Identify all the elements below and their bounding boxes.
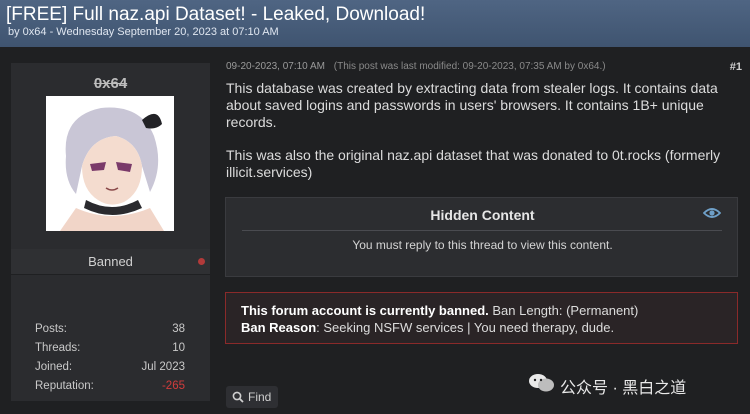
stat-value[interactable]: 10 xyxy=(172,342,185,354)
wechat-icon xyxy=(529,374,554,392)
stat-value: Jul 2023 xyxy=(141,361,185,373)
post-paragraph: This database was created by extracting … xyxy=(226,80,718,130)
author-username[interactable]: 0x64 xyxy=(11,75,210,92)
stat-joined: Joined: Jul 2023 xyxy=(35,361,185,379)
ban-notice: This forum account is currently banned. … xyxy=(225,292,738,344)
offline-status-icon xyxy=(198,258,205,265)
ban-reason-line: Ban Reason: Seeking NSFW services | You … xyxy=(241,320,614,335)
post-meta: 09-20-2023, 07:10 AM (This post was last… xyxy=(226,61,740,75)
find-button[interactable]: Find xyxy=(226,386,278,408)
stat-label: Reputation: xyxy=(35,380,94,392)
post-body: This database was created by extracting … xyxy=(226,80,740,197)
usertitle-bar: Banned xyxy=(11,249,210,274)
stat-reputation: Reputation: -265 xyxy=(35,380,185,398)
eye-icon[interactable] xyxy=(703,206,721,220)
hidden-content-message: You must reply to this thread to view th… xyxy=(352,238,613,252)
hidden-content-box: Hidden Content You must reply to this th… xyxy=(225,197,738,277)
stat-threads: Threads: 10 xyxy=(35,342,185,360)
ban-reason-label: Ban Reason xyxy=(241,320,317,335)
stat-label: Threads: xyxy=(35,342,81,354)
author-stats: Posts: 38 Threads: 10 Joined: Jul 2023 R… xyxy=(11,275,210,401)
usertitle: Banned xyxy=(88,254,133,269)
thread-title: [FREE] Full naz.api Dataset! - Leaked, D… xyxy=(6,4,426,25)
stat-label: Joined: xyxy=(35,361,73,373)
stat-value[interactable]: -265 xyxy=(162,380,185,392)
post-edited-note: (This post was last modified: 09-20-2023… xyxy=(333,61,606,72)
ban-reason-text: : Seeking NSFW services | You need thera… xyxy=(316,320,615,335)
post-date: 09-20-2023, 07:10 AM xyxy=(226,61,325,72)
avatar[interactable] xyxy=(46,96,174,231)
stat-posts: Posts: 38 xyxy=(35,323,185,341)
stat-label: Posts: xyxy=(35,323,67,335)
ban-length-line: This forum account is currently banned. … xyxy=(241,303,638,318)
divider xyxy=(242,230,722,231)
post-number-link[interactable]: #1 xyxy=(730,61,742,73)
author-panel: 0x64 xyxy=(11,63,210,273)
search-icon xyxy=(232,391,244,403)
find-label: Find xyxy=(248,390,272,404)
ban-length-text: Ban Length: (Permanent) xyxy=(488,303,639,318)
hidden-content-title: Hidden Content xyxy=(430,207,535,223)
post-paragraph: This was also the original naz.api datas… xyxy=(226,147,721,180)
stat-value[interactable]: 38 xyxy=(172,323,185,335)
thread-header: [FREE] Full naz.api Dataset! - Leaked, D… xyxy=(0,0,750,47)
watermark-text: 公众号 · 黑白之道 xyxy=(560,380,687,397)
thread-byline: by 0x64 - Wednesday September 20, 2023 a… xyxy=(8,26,279,38)
ban-status-text: This forum account is currently banned. xyxy=(241,303,489,318)
